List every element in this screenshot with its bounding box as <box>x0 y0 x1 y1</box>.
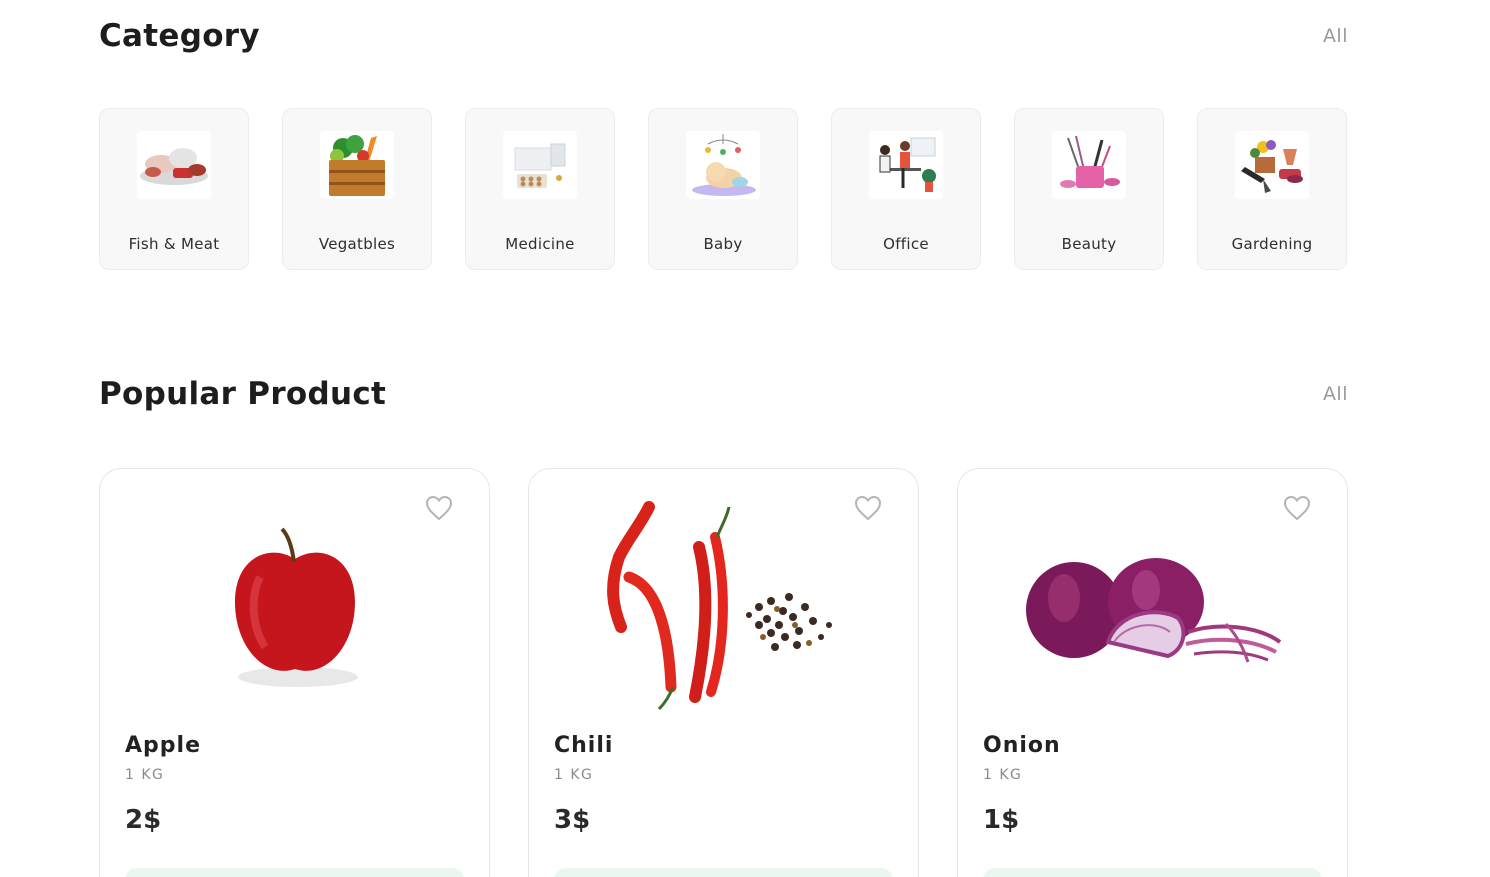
category-label: Vegatbles <box>318 235 396 253</box>
popular-header: Popular Product All <box>99 372 1348 416</box>
medicine-pack-image <box>503 131 577 199</box>
gardening-tools-image <box>1235 131 1309 199</box>
product-name: Chili <box>554 733 614 758</box>
baby-image <box>686 131 760 199</box>
product-price: 1$ <box>983 805 1020 835</box>
fish-meat-image <box>137 131 211 199</box>
product-unit: 1 KG <box>983 767 1023 783</box>
category-card-gardening[interactable]: Gardening <box>1197 108 1347 270</box>
category-label: Fish & Meat <box>128 235 220 253</box>
category-header: Category All <box>99 14 1348 58</box>
category-label: Medicine <box>505 235 575 253</box>
category-list: Fish & Meat Vegatbles Medicine Baby Offi… <box>99 108 1347 270</box>
product-card-chili[interactable]: Chili 1 KG 3$ <box>528 468 919 877</box>
product-price: 2$ <box>125 805 162 835</box>
vegetable-crate-image <box>320 131 394 199</box>
category-card-vegetables[interactable]: Vegatbles <box>282 108 432 270</box>
add-to-cart-button[interactable] <box>554 868 893 877</box>
office-image <box>869 131 943 199</box>
product-name: Apple <box>125 733 201 758</box>
product-price: 3$ <box>554 805 591 835</box>
onion-image <box>958 497 1347 717</box>
product-list: Apple 1 KG 2$ Chili 1 KG 3$ Onion 1 KG 1… <box>99 468 1348 877</box>
category-title: Category <box>99 18 260 54</box>
product-unit: 1 KG <box>125 767 165 783</box>
add-to-cart-button[interactable] <box>983 868 1322 877</box>
category-card-office[interactable]: Office <box>831 108 981 270</box>
popular-title: Popular Product <box>99 376 387 412</box>
beauty-kit-image <box>1052 131 1126 199</box>
category-card-baby[interactable]: Baby <box>648 108 798 270</box>
popular-all-link[interactable]: All <box>1323 383 1348 405</box>
category-label: Beauty <box>1061 235 1117 253</box>
category-label: Office <box>883 235 929 253</box>
category-card-fish-meat[interactable]: Fish & Meat <box>99 108 249 270</box>
add-to-cart-button[interactable] <box>125 868 464 877</box>
category-label: Baby <box>703 235 743 253</box>
chili-image <box>529 497 918 717</box>
category-all-link[interactable]: All <box>1323 25 1348 47</box>
product-card-apple[interactable]: Apple 1 KG 2$ <box>99 468 490 877</box>
category-card-beauty[interactable]: Beauty <box>1014 108 1164 270</box>
product-name: Onion <box>983 733 1061 758</box>
category-label: Gardening <box>1231 235 1313 253</box>
product-card-onion[interactable]: Onion 1 KG 1$ <box>957 468 1348 877</box>
category-card-medicine[interactable]: Medicine <box>465 108 615 270</box>
product-unit: 1 KG <box>554 767 594 783</box>
apple-image <box>100 497 489 717</box>
